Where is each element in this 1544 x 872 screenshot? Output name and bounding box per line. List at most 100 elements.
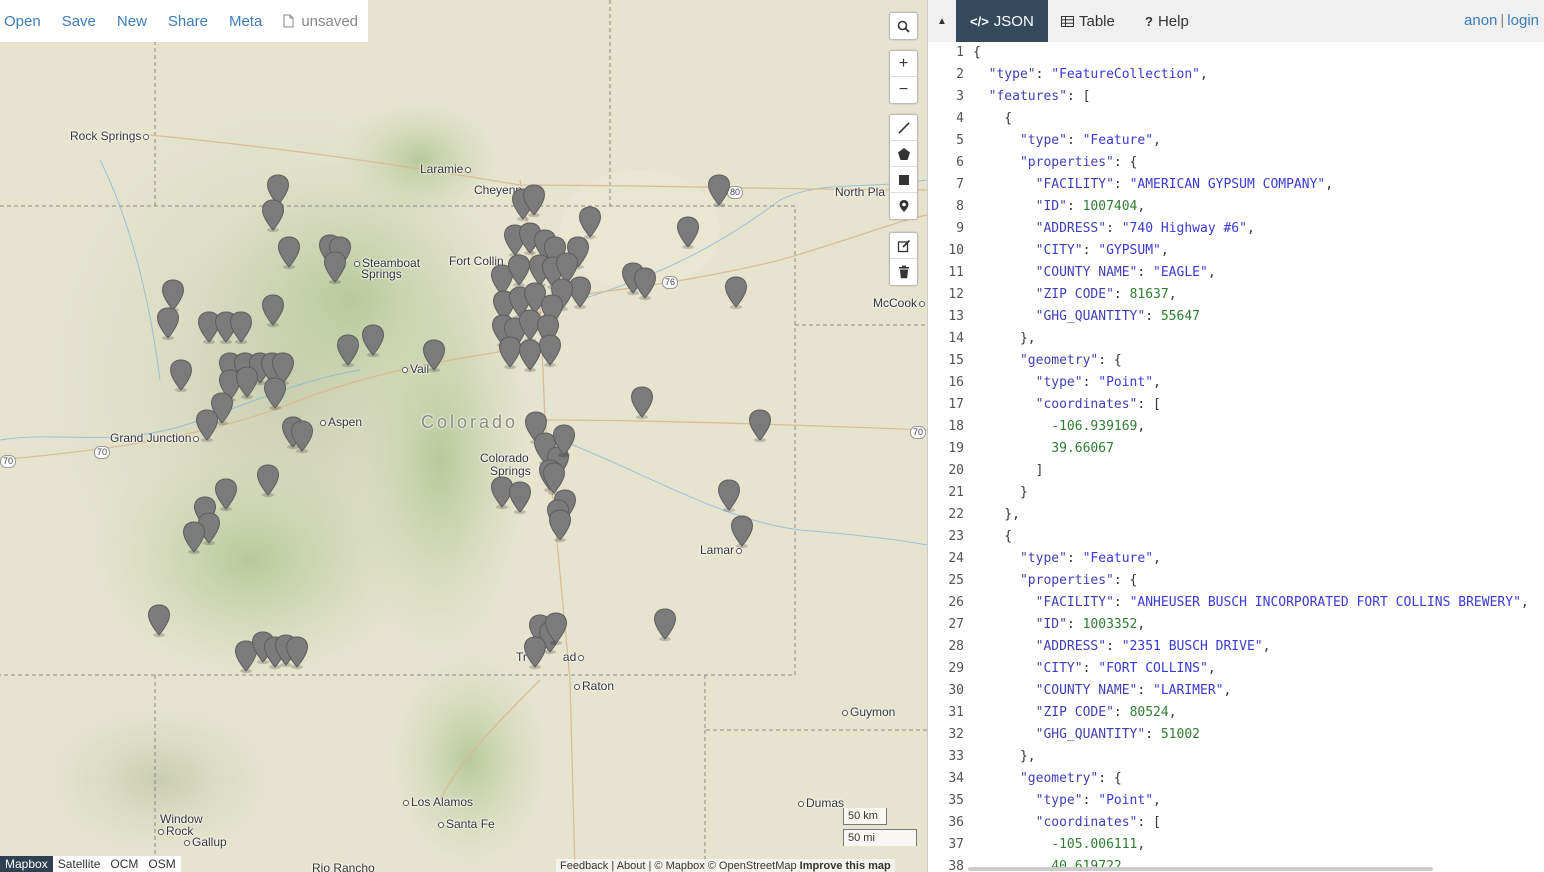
map-marker[interactable] — [263, 377, 287, 411]
code-line[interactable]: "FACILITY": "ANHEUSER BUSCH INCORPORATED… — [973, 592, 1529, 614]
code-line[interactable]: -105.006111, — [973, 834, 1529, 856]
tab-help[interactable]: ? Help — [1131, 0, 1203, 42]
code-line[interactable]: { — [973, 108, 1529, 130]
code-line[interactable]: "ID": 1003352, — [973, 614, 1529, 636]
code-line[interactable]: "type": "Point", — [973, 372, 1529, 394]
login-link[interactable]: login — [1507, 12, 1539, 29]
map-marker[interactable] — [633, 267, 657, 301]
code-line[interactable]: "ADDRESS": "2351 BUSCH DRIVE", — [973, 636, 1529, 658]
layer-satellite[interactable]: Satellite — [53, 856, 106, 872]
layer-osm[interactable]: OSM — [143, 856, 180, 872]
new-button[interactable]: New — [117, 13, 147, 30]
code-line[interactable]: ] — [973, 460, 1529, 482]
map-marker[interactable] — [195, 409, 219, 443]
code-line[interactable]: "geometry": { — [973, 768, 1529, 790]
code-line[interactable]: "geometry": { — [973, 350, 1529, 372]
map-marker[interactable] — [261, 199, 285, 233]
map-marker[interactable] — [508, 481, 532, 515]
share-button[interactable]: Share — [168, 13, 208, 30]
code-line[interactable]: "COUNTY NAME": "EAGLE", — [973, 262, 1529, 284]
map-marker[interactable] — [169, 359, 193, 393]
layer-ocm[interactable]: OCM — [105, 856, 143, 872]
map-marker[interactable] — [748, 409, 772, 443]
open-button[interactable]: Open — [4, 13, 41, 30]
edit-layers-button[interactable] — [890, 233, 917, 259]
map-marker[interactable] — [724, 276, 748, 310]
map-marker[interactable] — [422, 339, 446, 373]
code-lines[interactable]: { "type": "FeatureCollection", "features… — [973, 42, 1529, 872]
code-line[interactable]: "ZIP CODE": 81637, — [973, 284, 1529, 306]
meta-button[interactable]: Meta — [229, 13, 262, 30]
code-line[interactable]: "properties": { — [973, 570, 1529, 592]
map-marker[interactable] — [229, 311, 253, 345]
code-line[interactable]: "ID": 1007404, — [973, 196, 1529, 218]
map-marker[interactable] — [676, 216, 700, 250]
map-marker[interactable] — [290, 420, 314, 454]
code-line[interactable]: "type": "Point", — [973, 790, 1529, 812]
improve-map-link[interactable]: Improve this map — [800, 860, 891, 872]
code-line[interactable]: } — [973, 482, 1529, 504]
save-button[interactable]: Save — [62, 13, 96, 30]
map-marker[interactable] — [630, 386, 654, 420]
code-line[interactable]: "properties": { — [973, 152, 1529, 174]
map-marker[interactable] — [235, 366, 259, 400]
code-line[interactable]: "GHG_QUANTITY": 55647 — [973, 306, 1529, 328]
draw-line-button[interactable] — [890, 115, 917, 141]
map-marker[interactable] — [156, 307, 180, 341]
anon-user-link[interactable]: anon — [1464, 12, 1497, 29]
map-marker[interactable] — [730, 515, 754, 549]
map-marker[interactable] — [717, 479, 741, 513]
code-line[interactable]: }, — [973, 504, 1529, 526]
delete-layers-button[interactable] — [890, 259, 917, 285]
code-line[interactable]: "type": "Feature", — [973, 130, 1529, 152]
map-marker[interactable] — [707, 174, 731, 208]
map-view[interactable]: Rock Springs Laramie Cheyenn North Pla S… — [0, 0, 927, 872]
code-line[interactable]: "coordinates": [ — [973, 394, 1529, 416]
draw-marker-button[interactable] — [890, 193, 917, 219]
json-editor[interactable]: 1 2 3 4 5 6 7 8 9 10 11 12 13 14 15 16 17 18 19 20 21 22 23 24 2… — [928, 42, 1544, 872]
search-button[interactable] — [890, 13, 917, 39]
code-line[interactable]: { — [973, 526, 1529, 548]
code-line[interactable]: 39.66067 — [973, 438, 1529, 460]
map-marker[interactable] — [578, 206, 602, 240]
map-marker[interactable] — [544, 612, 568, 646]
map-marker[interactable] — [548, 509, 572, 543]
code-line[interactable]: }, — [973, 328, 1529, 350]
map-marker[interactable] — [522, 184, 546, 218]
map-marker[interactable] — [261, 294, 285, 328]
zoom-in-button[interactable]: + — [890, 51, 917, 77]
code-line[interactable]: "COUNTY NAME": "LARIMER", — [973, 680, 1529, 702]
code-line[interactable]: "ADDRESS": "740 Highway #6", — [973, 218, 1529, 240]
tab-table[interactable]: Table — [1047, 0, 1129, 42]
map-marker[interactable] — [323, 251, 347, 285]
map-marker[interactable] — [361, 324, 385, 358]
draw-polygon-button[interactable] — [890, 141, 917, 167]
map-marker[interactable] — [214, 478, 238, 512]
zoom-out-button[interactable]: − — [890, 77, 917, 103]
horizontal-scrollbar[interactable] — [968, 867, 1433, 871]
tab-json[interactable]: </> JSON — [956, 0, 1048, 42]
draw-rectangle-button[interactable] — [890, 167, 917, 193]
code-line[interactable]: "features": [ — [973, 86, 1529, 108]
map-marker[interactable] — [653, 608, 677, 642]
code-line[interactable]: -106.939169, — [973, 416, 1529, 438]
collapse-pane-button[interactable]: ▲ — [928, 0, 956, 42]
code-line[interactable]: "GHG_QUANTITY": 51002 — [973, 724, 1529, 746]
code-line[interactable]: "type": "FeatureCollection", — [973, 64, 1529, 86]
code-line[interactable]: "CITY": "FORT COLLINS", — [973, 658, 1529, 680]
map-marker[interactable] — [147, 604, 171, 638]
map-marker[interactable] — [552, 424, 576, 458]
map-marker[interactable] — [277, 236, 301, 270]
about-link[interactable]: About — [617, 860, 646, 872]
code-line[interactable]: "ZIP CODE": 80524, — [973, 702, 1529, 724]
feedback-link[interactable]: Feedback — [560, 860, 608, 872]
code-line[interactable]: "type": "Feature", — [973, 548, 1529, 570]
map-marker[interactable] — [336, 334, 360, 368]
code-line[interactable]: { — [973, 42, 1529, 64]
layer-mapbox[interactable]: Mapbox — [0, 856, 53, 872]
code-line[interactable]: "FACILITY": "AMERICAN GYPSUM COMPANY", — [973, 174, 1529, 196]
code-line[interactable]: "CITY": "GYPSUM", — [973, 240, 1529, 262]
map-marker[interactable] — [538, 334, 562, 368]
code-line[interactable]: }, — [973, 746, 1529, 768]
code-line[interactable]: "coordinates": [ — [973, 812, 1529, 834]
